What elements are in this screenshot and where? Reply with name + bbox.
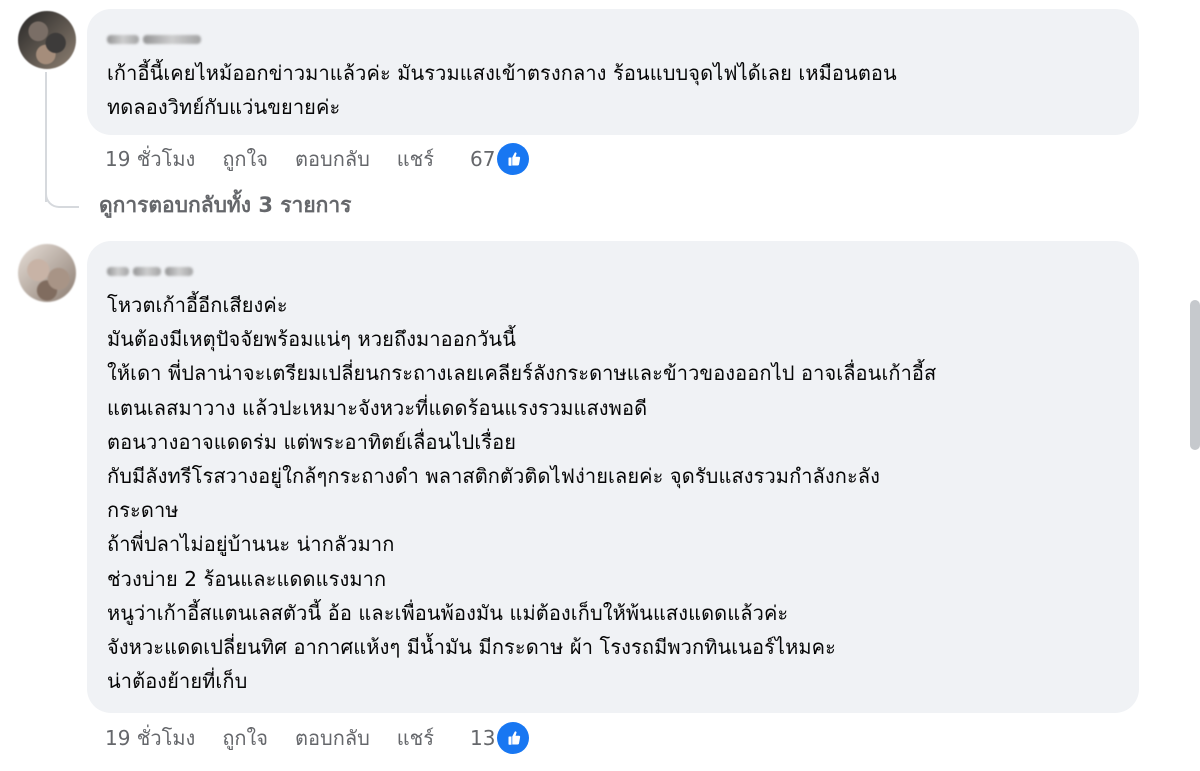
blurred-author-name[interactable] xyxy=(107,30,1119,48)
comment-time[interactable]: 19 ชั่วโมง xyxy=(105,722,195,754)
like-icon[interactable] xyxy=(497,143,530,175)
thread-connector xyxy=(45,188,79,208)
comment-bubble: เก้าอี้นี้เคยไหม้ออกข่าวมาแล้วค่ะ มันรวม… xyxy=(87,9,1139,135)
thread-line xyxy=(45,72,47,202)
comment-bubble: โหวตเก้าอี้อีกเสียงค่ะ มันต้องมีเหตุปัจจ… xyxy=(87,241,1139,713)
like-button[interactable]: ถูกใจ xyxy=(222,143,268,175)
reply-button[interactable]: ตอบกลับ xyxy=(295,143,370,175)
reaction-count[interactable]: 67 xyxy=(470,147,495,171)
comment-text: โหวตเก้าอี้อีกเสียงค่ะ มันต้องมีเหตุปัจจ… xyxy=(107,293,937,694)
blurred-author-name[interactable] xyxy=(107,262,1119,280)
view-replies-link[interactable]: ดูการตอบกลับทั้ง 3 รายการ xyxy=(99,189,351,222)
comments-panel: เก้าอี้นี้เคยไหม้ออกข่าวมาแล้วค่ะ มันรวม… xyxy=(0,0,1200,771)
share-button[interactable]: แชร์ xyxy=(397,722,434,754)
comment-time[interactable]: 19 ชั่วโมง xyxy=(105,143,195,175)
comment-actions: 19 ชั่วโมง ถูกใจ ตอบกลับ แชร์ 67 xyxy=(105,141,530,177)
reaction-count[interactable]: 13 xyxy=(470,726,495,750)
scrollbar[interactable] xyxy=(1190,300,1200,450)
user-avatar-icon[interactable] xyxy=(18,244,76,302)
like-button[interactable]: ถูกใจ xyxy=(222,722,268,754)
reply-button[interactable]: ตอบกลับ xyxy=(295,722,370,754)
like-icon[interactable] xyxy=(497,722,530,754)
share-button[interactable]: แชร์ xyxy=(397,143,434,175)
comment-text: เก้าอี้นี้เคยไหม้ออกข่าวมาแล้วค่ะ มันรวม… xyxy=(107,61,897,120)
user-avatar-icon[interactable] xyxy=(18,11,76,69)
comment-actions: 19 ชั่วโมง ถูกใจ ตอบกลับ แชร์ 13 xyxy=(105,720,530,756)
